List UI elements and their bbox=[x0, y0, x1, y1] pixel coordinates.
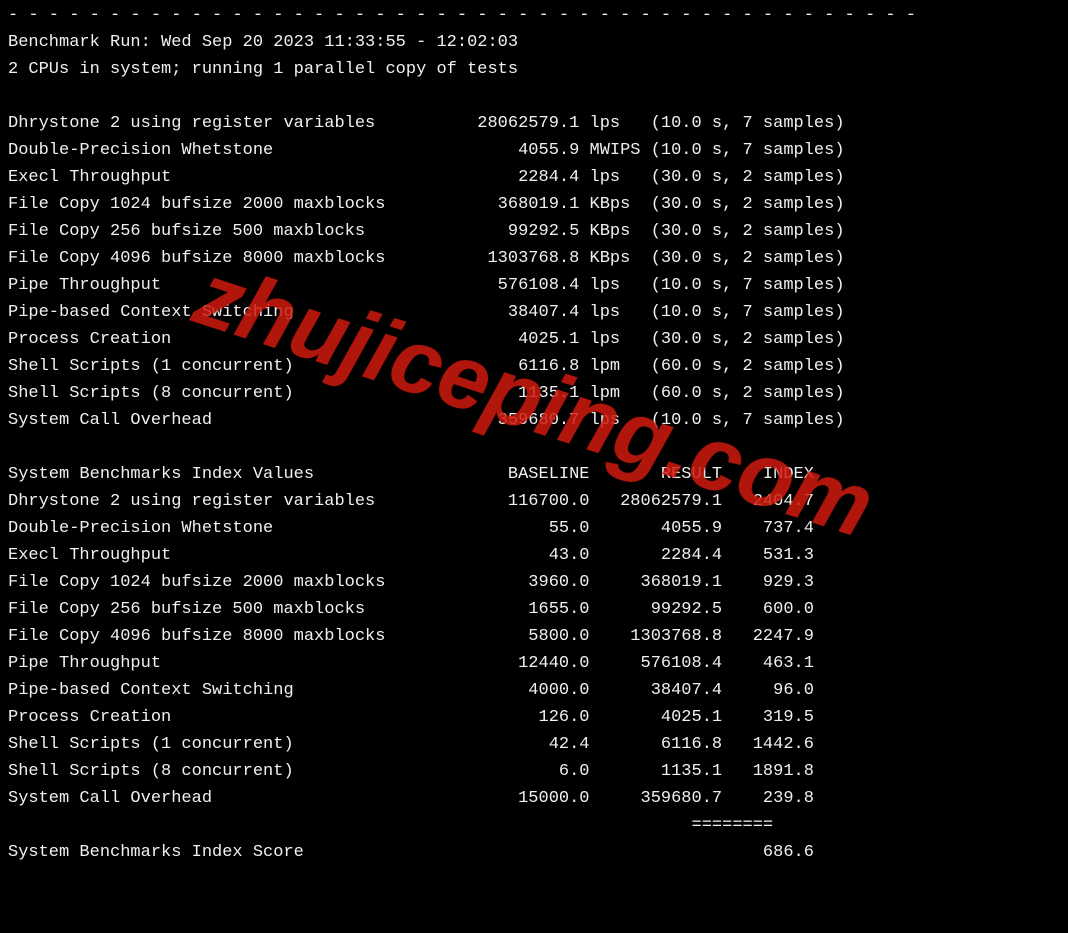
cpu-line: 2 CPUs in system; running 1 parallel cop… bbox=[8, 60, 518, 79]
score-line: System Benchmarks Index Score 686.6 bbox=[8, 843, 814, 862]
run-header-line: Benchmark Run: Wed Sep 20 2023 11:33:55 … bbox=[8, 33, 518, 52]
score-rule-line: ======== bbox=[8, 816, 773, 835]
raw-results-block: Dhrystone 2 using register variables 280… bbox=[8, 114, 845, 430]
terminal-output: - - - - - - - - - - - - - - - - - - - - … bbox=[0, 0, 1068, 933]
separator-line: - - - - - - - - - - - - - - - - - - - - … bbox=[8, 6, 916, 25]
index-results-block: System Benchmarks Index Values BASELINE … bbox=[8, 465, 814, 808]
